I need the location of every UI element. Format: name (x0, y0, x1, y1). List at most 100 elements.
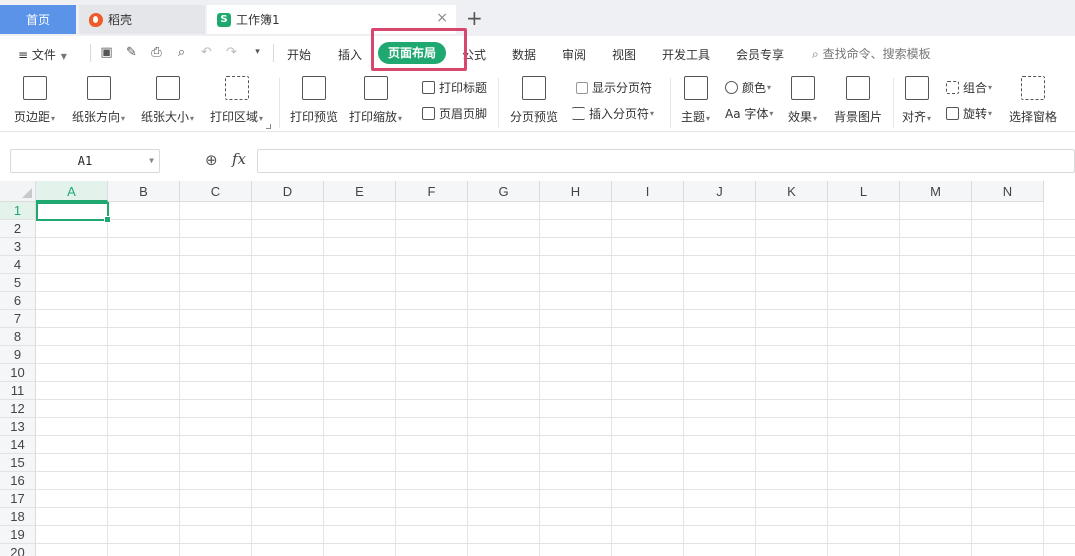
row-header[interactable]: 2 (0, 220, 36, 238)
page-break-preview-icon (522, 76, 546, 100)
paper-size-button[interactable]: 纸张大小▾ (141, 76, 194, 125)
page-setup-launcher-icon[interactable] (266, 124, 271, 129)
column-header[interactable]: F (396, 181, 468, 202)
print-area-button[interactable]: 打印区域▾ (210, 76, 263, 125)
menu-item-view[interactable]: 视图 (612, 46, 636, 63)
rotate-icon (946, 107, 959, 120)
chevron-down-icon[interactable]: ▼ (149, 150, 154, 172)
column-header[interactable]: L (828, 181, 900, 202)
page-break-preview-button[interactable]: 分页预览 (510, 76, 558, 125)
menu-item-developer[interactable]: 开发工具 (662, 46, 710, 63)
row-header[interactable]: 11 (0, 382, 36, 400)
row-header[interactable]: 15 (0, 454, 36, 472)
tab-workbook[interactable]: S 工作簿1 × (207, 5, 456, 34)
paper-size-icon (155, 76, 180, 100)
tab-daoke[interactable]: 稻壳 (79, 5, 205, 34)
undo-icon[interactable]: ↶ (199, 45, 214, 60)
orientation-button[interactable]: 纸张方向▾ (72, 76, 125, 125)
menu-item-start[interactable]: 开始 (287, 46, 311, 63)
column-header[interactable]: N (972, 181, 1044, 202)
select-all-corner[interactable] (0, 181, 36, 202)
margins-button[interactable]: 页边距▾ (14, 76, 55, 125)
row-header[interactable]: 18 (0, 508, 36, 526)
tab-home[interactable]: 首页 (0, 5, 76, 34)
menu-item-member[interactable]: 会员专享 (736, 46, 784, 63)
row-header[interactable]: 8 (0, 328, 36, 346)
divider (893, 78, 894, 128)
cell-area[interactable] (36, 202, 1075, 556)
selection-pane-button[interactable]: 选择窗格 (1009, 76, 1057, 125)
menu-item-data[interactable]: 数据 (512, 46, 536, 63)
align-icon (904, 76, 929, 100)
background-image-button[interactable]: 背景图片 (834, 76, 882, 125)
print-preview-icon (302, 76, 326, 100)
print-titles-button[interactable]: 打印标题 (422, 79, 487, 96)
menu-item-review[interactable]: 审阅 (562, 46, 586, 63)
background-image-icon (846, 76, 870, 100)
row-header[interactable]: 9 (0, 346, 36, 364)
row-header[interactable]: 5 (0, 274, 36, 292)
rotate-button[interactable]: 旋转 ▾ (946, 105, 992, 122)
row-header[interactable]: 10 (0, 364, 36, 382)
row-header[interactable]: 6 (0, 292, 36, 310)
print-preview-icon[interactable]: ⌕ (174, 45, 189, 60)
column-header[interactable]: I (612, 181, 684, 202)
menu-item-formulas[interactable]: 公式 (462, 46, 486, 63)
menu-item-insert[interactable]: 插入 (338, 46, 362, 63)
format-painter-icon[interactable]: ✎ (124, 45, 139, 60)
menu-item-page-layout[interactable]: 页面布局 (378, 42, 446, 64)
column-header[interactable]: G (468, 181, 540, 202)
margins-icon (22, 76, 47, 100)
file-menu-button[interactable]: ≡ 文件 ▼ (18, 46, 67, 63)
column-header[interactable]: M (900, 181, 972, 202)
print-scale-button[interactable]: 打印缩放▾ (349, 76, 402, 125)
new-tab-button[interactable]: + (466, 6, 483, 30)
redo-icon[interactable]: ↷ (224, 45, 239, 60)
insert-page-break-button[interactable]: 插入分页符 ▾ (572, 105, 654, 122)
row-header[interactable]: 19 (0, 526, 36, 544)
row-header[interactable]: 20 (0, 544, 36, 556)
theme-button[interactable]: 主题▾ (681, 76, 710, 125)
column-header[interactable]: B (108, 181, 180, 202)
row-header[interactable]: 4 (0, 256, 36, 274)
row-header[interactable]: 13 (0, 418, 36, 436)
row-header[interactable]: 12 (0, 400, 36, 418)
show-page-breaks-checkbox[interactable]: 显示分页符 (576, 79, 652, 96)
theme-colors-button[interactable]: 颜色 ▾ (725, 79, 771, 96)
theme-effects-button[interactable]: 效果▾ (788, 76, 817, 125)
column-header[interactable]: D (252, 181, 324, 202)
row-header[interactable]: 7 (0, 310, 36, 328)
print-preview-button[interactable]: 打印预览 (290, 76, 338, 125)
name-box[interactable]: A1 ▼ (10, 149, 160, 173)
menu-row: ≡ 文件 ▼ ▣ ✎ ⎙ ⌕ ↶ ↷ ▾ 开始 插入 页面布局 公式 数据 审阅… (0, 36, 1075, 70)
customize-toolbar-icon[interactable]: ▾ (250, 45, 265, 60)
row-header[interactable]: 1 (0, 202, 36, 220)
fx-icon[interactable]: fx (232, 150, 246, 168)
column-header[interactable]: C (180, 181, 252, 202)
column-header[interactable]: H (540, 181, 612, 202)
command-search[interactable]: ⌕ 查找命令、搜索模板 (812, 45, 931, 62)
group-button[interactable]: 组合 ▾ (946, 79, 992, 96)
column-header[interactable]: A (36, 181, 108, 202)
column-header[interactable]: K (756, 181, 828, 202)
print-icon[interactable]: ⎙ (149, 45, 164, 60)
row-header[interactable]: 16 (0, 472, 36, 490)
row-header[interactable]: 14 (0, 436, 36, 454)
column-header[interactable]: J (684, 181, 756, 202)
active-cell-a1[interactable] (36, 202, 111, 223)
print-titles-icon (422, 81, 435, 94)
row-header[interactable]: 3 (0, 238, 36, 256)
group-icon (946, 81, 959, 94)
theme-fonts-button[interactable]: Aa 字体 ▾ (725, 105, 773, 122)
formula-bar: A1 ▼ ⊕ fx (0, 146, 1075, 176)
row-header[interactable]: 17 (0, 490, 36, 508)
daoke-logo-icon (89, 12, 103, 27)
header-footer-button[interactable]: 页眉页脚 (422, 105, 487, 122)
formula-input[interactable] (257, 149, 1075, 173)
column-header[interactable]: E (324, 181, 396, 202)
align-button[interactable]: 对齐▾ (902, 76, 931, 125)
save-icon[interactable]: ▣ (99, 45, 114, 60)
divider (670, 78, 671, 128)
zoom-icon[interactable]: ⊕ (205, 151, 218, 169)
close-icon[interactable]: × (436, 10, 448, 26)
